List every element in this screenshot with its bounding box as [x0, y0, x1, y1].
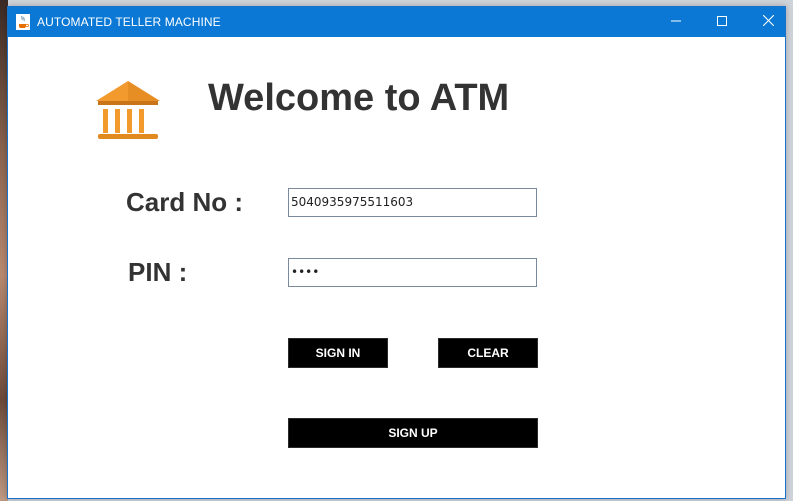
bank-building-icon: [94, 75, 162, 143]
clear-button[interactable]: CLEAR: [438, 338, 538, 368]
sign-up-button[interactable]: SIGN UP: [288, 418, 538, 448]
title-bar[interactable]: AUTOMATED TELLER MACHINE: [8, 7, 785, 37]
java-coffee-icon: [16, 14, 30, 30]
window-title: AUTOMATED TELLER MACHINE: [37, 15, 221, 29]
card-number-field[interactable]: 5040935975511603: [288, 188, 537, 217]
sign-in-button[interactable]: SIGN IN: [288, 338, 388, 368]
close-icon: [762, 13, 774, 31]
maximize-icon: [717, 13, 727, 31]
minimize-icon: [671, 13, 681, 31]
page-title: Welcome to ATM: [208, 77, 510, 119]
atm-window: AUTOMATED TELLER MACHINE Welcome to ATM …: [7, 6, 786, 499]
minimize-button[interactable]: [653, 7, 699, 37]
card-number-label: Card No :: [126, 187, 243, 217]
close-button[interactable]: [745, 7, 791, 37]
maximize-button[interactable]: [699, 7, 745, 37]
pin-field[interactable]: ••••: [288, 258, 537, 287]
pin-label: PIN :: [128, 257, 188, 287]
login-panel: Welcome to ATM Card No : 504093597551160…: [8, 37, 785, 500]
